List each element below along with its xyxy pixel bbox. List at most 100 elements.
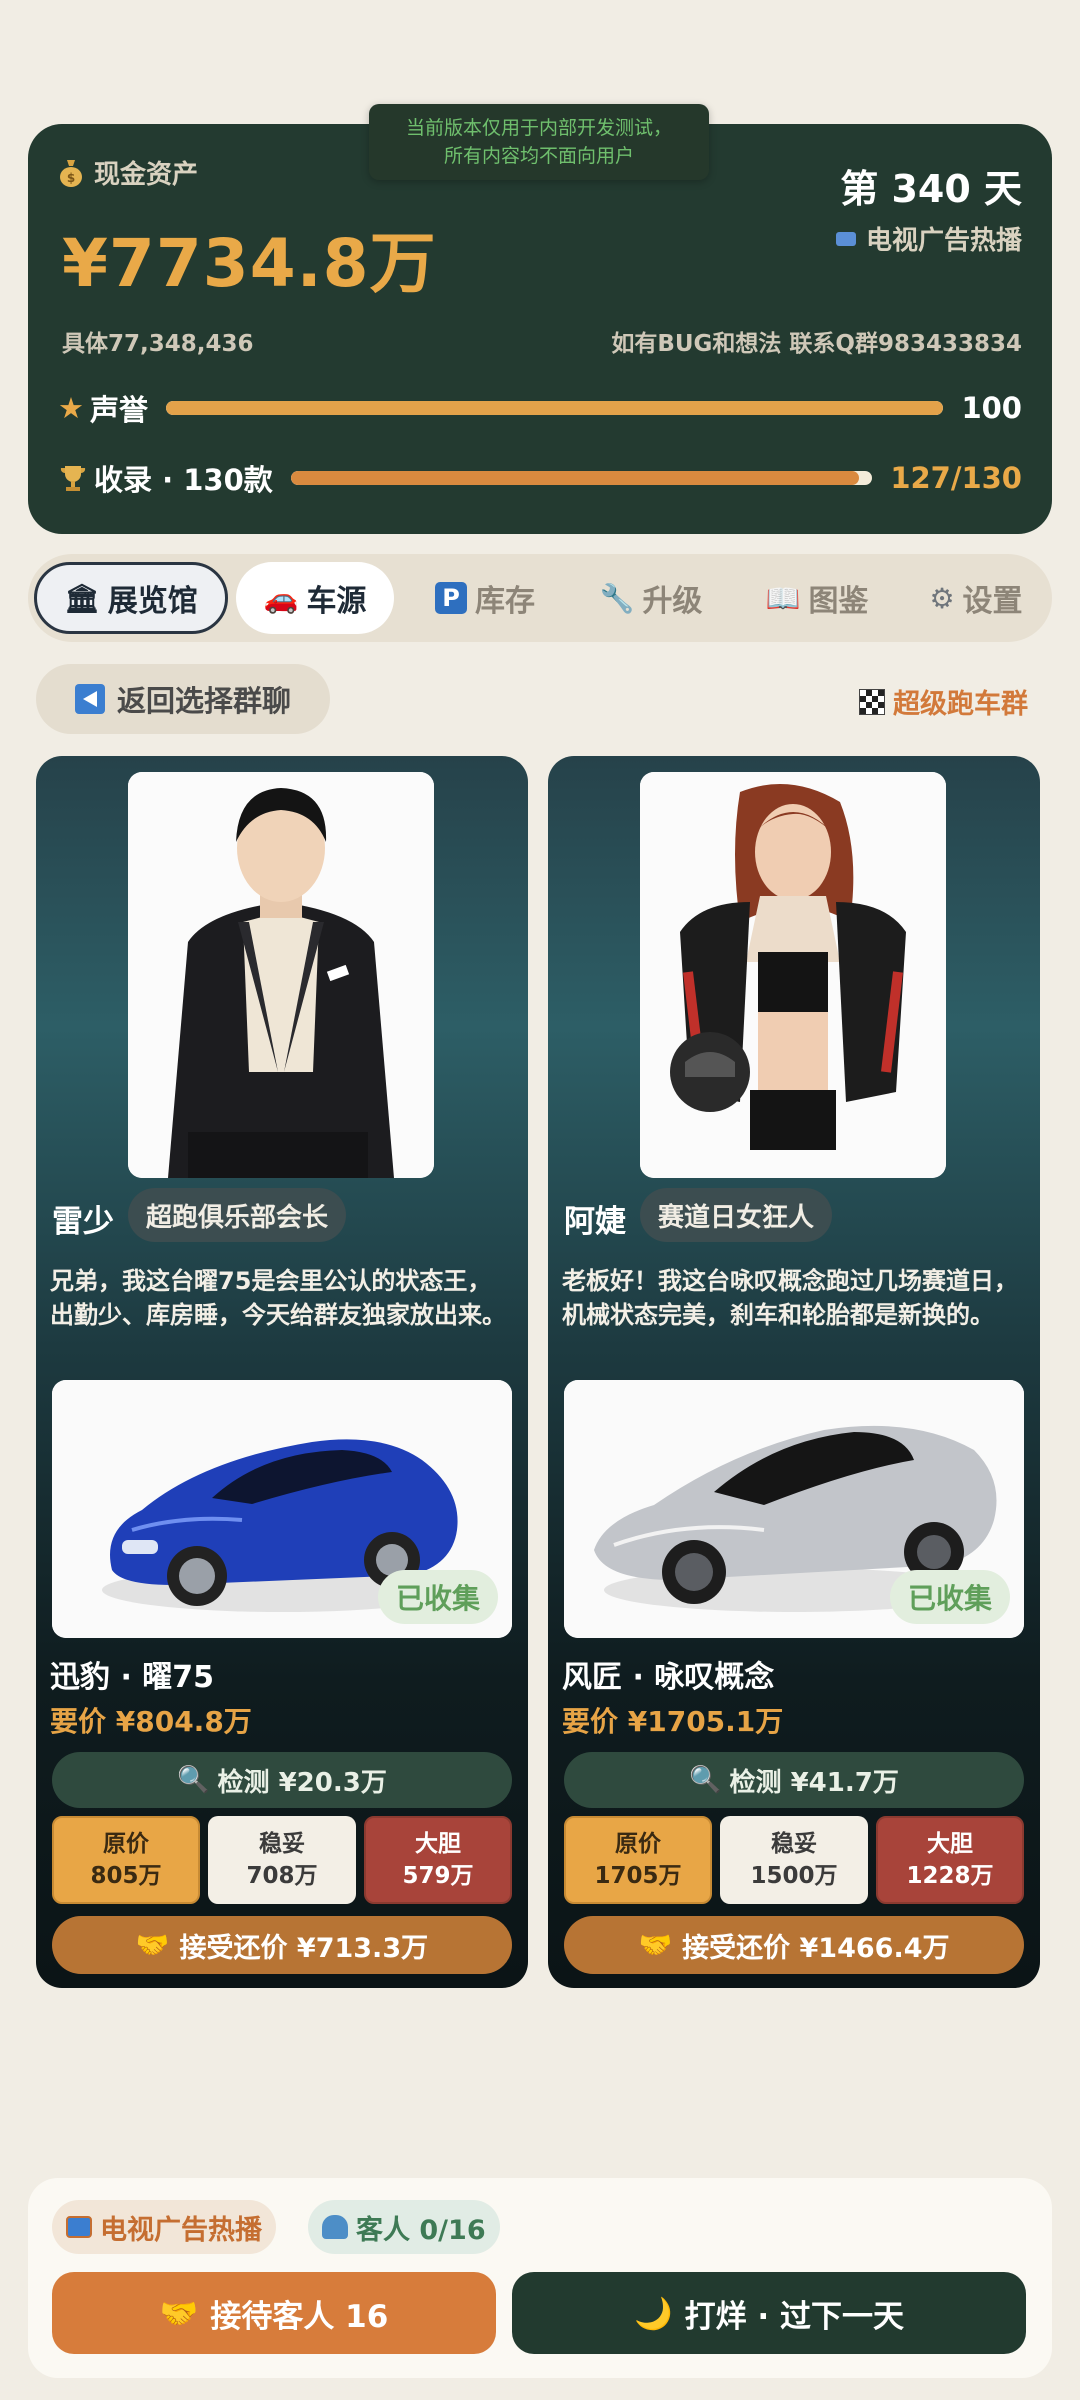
car-image-1: 已收集	[52, 1380, 512, 1638]
back-to-group-select-button[interactable]: 返回选择群聊	[36, 664, 330, 734]
trophy-icon	[60, 466, 86, 491]
asking-price: 要价 ¥1705.1万	[562, 1705, 784, 1738]
offer-safe-value: 1500万	[750, 1863, 838, 1889]
tab-settings[interactable]: ⚙ 设置	[904, 562, 1048, 634]
tab-inventory-label: 库存	[475, 584, 535, 619]
money-bag-icon: $	[60, 159, 82, 187]
dev-notice-banner: 当前版本仅用于内部开发测试， 所有内容均不面向用户	[369, 104, 709, 180]
svg-text:$: $	[67, 171, 75, 185]
accept-button-label: 接受还价 ¥1466.4万	[682, 1932, 950, 1964]
ad-status: 电视广告热播	[835, 220, 1022, 257]
accept-counteroffer-button[interactable]: 🤝 接受还价 ¥1466.4万	[564, 1916, 1024, 1974]
seller-tag: 超跑俱乐部会长	[128, 1188, 347, 1242]
checkered-flag-icon	[859, 688, 885, 715]
guest-count-chip: 客人 0/16	[308, 2200, 500, 2254]
seller-card-2: 阿婕 赛道日女狂人 老板好！我这台咏叹概念跑过几场赛道日，机械状态完美，刹车和轮…	[548, 756, 1040, 1988]
close-shop-label: 打烊 · 过下一天	[684, 2298, 904, 2335]
handshake-icon: 🤝	[638, 1930, 673, 1961]
day-counter: 第 340 天	[840, 167, 1022, 211]
magnifier-icon: 🔍	[689, 1765, 722, 1795]
offer-bold-value: 1228万	[906, 1863, 994, 1889]
tab-bar: 🏛 展览馆 🚗 车源 P 库存 🔧 升级 📖 图鉴 ⚙ 设置	[28, 554, 1052, 642]
tv-ad-chip: 电视广告热播	[52, 2200, 276, 2254]
collection-row: 收录 · 130款 127/130	[58, 458, 1022, 498]
offer-original-button[interactable]: 原价 1705万	[564, 1816, 712, 1904]
moon-icon: 🌙	[634, 2295, 673, 2332]
offer-original-button[interactable]: 原价 805万	[52, 1816, 200, 1904]
seller-name: 阿婕	[564, 1204, 626, 1240]
close-shop-next-day-button[interactable]: 🌙 打烊 · 过下一天	[512, 2272, 1026, 2354]
reputation-bar-fill	[166, 401, 944, 415]
tab-upgrade[interactable]: 🔧 升级	[576, 562, 726, 634]
tv-icon	[835, 231, 856, 246]
handshake-icon: 🤝	[135, 1930, 170, 1961]
seller-quote: 兄弟，我这台曜75是会里公认的状态王，出勤少、库房睡，今天给群友独家放出来。	[50, 1267, 506, 1329]
offer-original-value: 1705万	[594, 1863, 682, 1889]
inspect-button-label: 检测 ¥20.3万	[217, 1767, 387, 1798]
seller-tag: 赛道日女狂人	[640, 1188, 833, 1242]
car-name: 迅豹 · 曜75	[50, 1660, 215, 1695]
collection-bar	[290, 471, 873, 485]
seller-card-1: 雷少 超跑俱乐部会长 兄弟，我这台曜75是会里公认的状态王，出勤少、库房睡，今天…	[36, 756, 528, 1988]
offer-safe-button[interactable]: 稳妥 708万	[208, 1816, 356, 1904]
guests-icon	[322, 2215, 348, 2239]
offer-safe-label: 稳妥	[259, 1831, 305, 1857]
tab-car-source-label: 车源	[306, 584, 367, 619]
book-icon: 📖	[765, 581, 801, 615]
cash-value: ¥7734.8万	[62, 225, 437, 302]
seller-portrait-2	[640, 772, 946, 1178]
dev-notice-line2: 所有内容均不面向用户	[443, 145, 634, 167]
offer-bold-button[interactable]: 大胆 579万	[364, 1816, 512, 1904]
offer-safe-button[interactable]: 稳妥 1500万	[720, 1816, 868, 1904]
magnifier-icon: 🔍	[177, 1765, 210, 1795]
tab-upgrade-label: 升级	[642, 584, 703, 619]
car-image-2: 已收集	[564, 1380, 1024, 1638]
offer-bold-value: 579万	[402, 1863, 474, 1889]
handshake-icon: 🤝	[159, 2295, 199, 2332]
offer-original-label: 原价	[103, 1831, 149, 1857]
offer-bold-button[interactable]: 大胆 1228万	[876, 1816, 1024, 1904]
seller-quote: 老板好！我这台咏叹概念跑过几场赛道日，机械状态完美，刹车和轮胎都是新换的。	[562, 1267, 1018, 1329]
tab-gallery[interactable]: 🏛 展览馆	[34, 562, 228, 634]
contact-info: 如有BUG和想法 联系Q群983433834	[611, 331, 1022, 357]
seller-name: 雷少	[52, 1204, 114, 1240]
asking-price: 要价 ¥804.8万	[50, 1705, 252, 1738]
offer-original-label: 原价	[615, 1831, 661, 1857]
tab-settings-label: 设置	[962, 584, 1023, 619]
offer-safe-label: 稳妥	[771, 1831, 817, 1857]
reputation-label-text: 声誉	[90, 393, 149, 427]
inspect-button-label: 检测 ¥41.7万	[729, 1767, 899, 1798]
collected-badge: 已收集	[377, 1570, 498, 1624]
parking-icon: P	[435, 582, 467, 614]
car-name: 风匠 · 咏叹概念	[562, 1660, 775, 1695]
tab-encyclopedia-label: 图鉴	[808, 584, 869, 619]
car-icon: 🚗	[263, 581, 299, 615]
tab-car-source[interactable]: 🚗 车源	[236, 562, 394, 634]
collection-label-text: 收录 · 130款	[94, 463, 273, 497]
collection-label: 收录 · 130款	[58, 457, 273, 499]
tab-inventory[interactable]: P 库存	[410, 562, 560, 634]
tv-ad-chip-label: 电视广告热播	[100, 2214, 262, 2246]
receive-guests-label: 接待客人 16	[210, 2298, 389, 2335]
star-icon: ★	[58, 391, 84, 425]
inspect-button[interactable]: 🔍 检测 ¥41.7万	[564, 1752, 1024, 1808]
back-button-label: 返回选择群聊	[116, 684, 291, 718]
dev-notice-line1: 当前版本仅用于内部开发测试，	[405, 117, 672, 139]
museum-icon: 🏛	[64, 581, 100, 615]
tab-gallery-label: 展览馆	[107, 584, 198, 619]
reputation-bar	[166, 401, 944, 415]
group-name-text: 超级跑车群	[893, 689, 1028, 720]
exact-amount: 具体77,348,436	[62, 331, 254, 357]
receive-guests-button[interactable]: 🤝 接待客人 16	[52, 2272, 496, 2354]
seller-portrait-1	[128, 772, 434, 1178]
man-in-suit-portrait	[128, 772, 434, 1178]
accept-button-label: 接受还价 ¥713.3万	[179, 1932, 429, 1964]
racer-woman-portrait	[640, 772, 946, 1178]
gear-icon: ⚙	[929, 581, 955, 615]
reputation-value: 100	[961, 391, 1022, 425]
inspect-button[interactable]: 🔍 检测 ¥20.3万	[52, 1752, 512, 1808]
reputation-row: ★ 声誉 100	[58, 388, 1022, 428]
tab-encyclopedia[interactable]: 📖 图鉴	[742, 562, 892, 634]
guest-count-label: 客人 0/16	[356, 2214, 486, 2246]
accept-counteroffer-button[interactable]: 🤝 接受还价 ¥713.3万	[52, 1916, 512, 1974]
